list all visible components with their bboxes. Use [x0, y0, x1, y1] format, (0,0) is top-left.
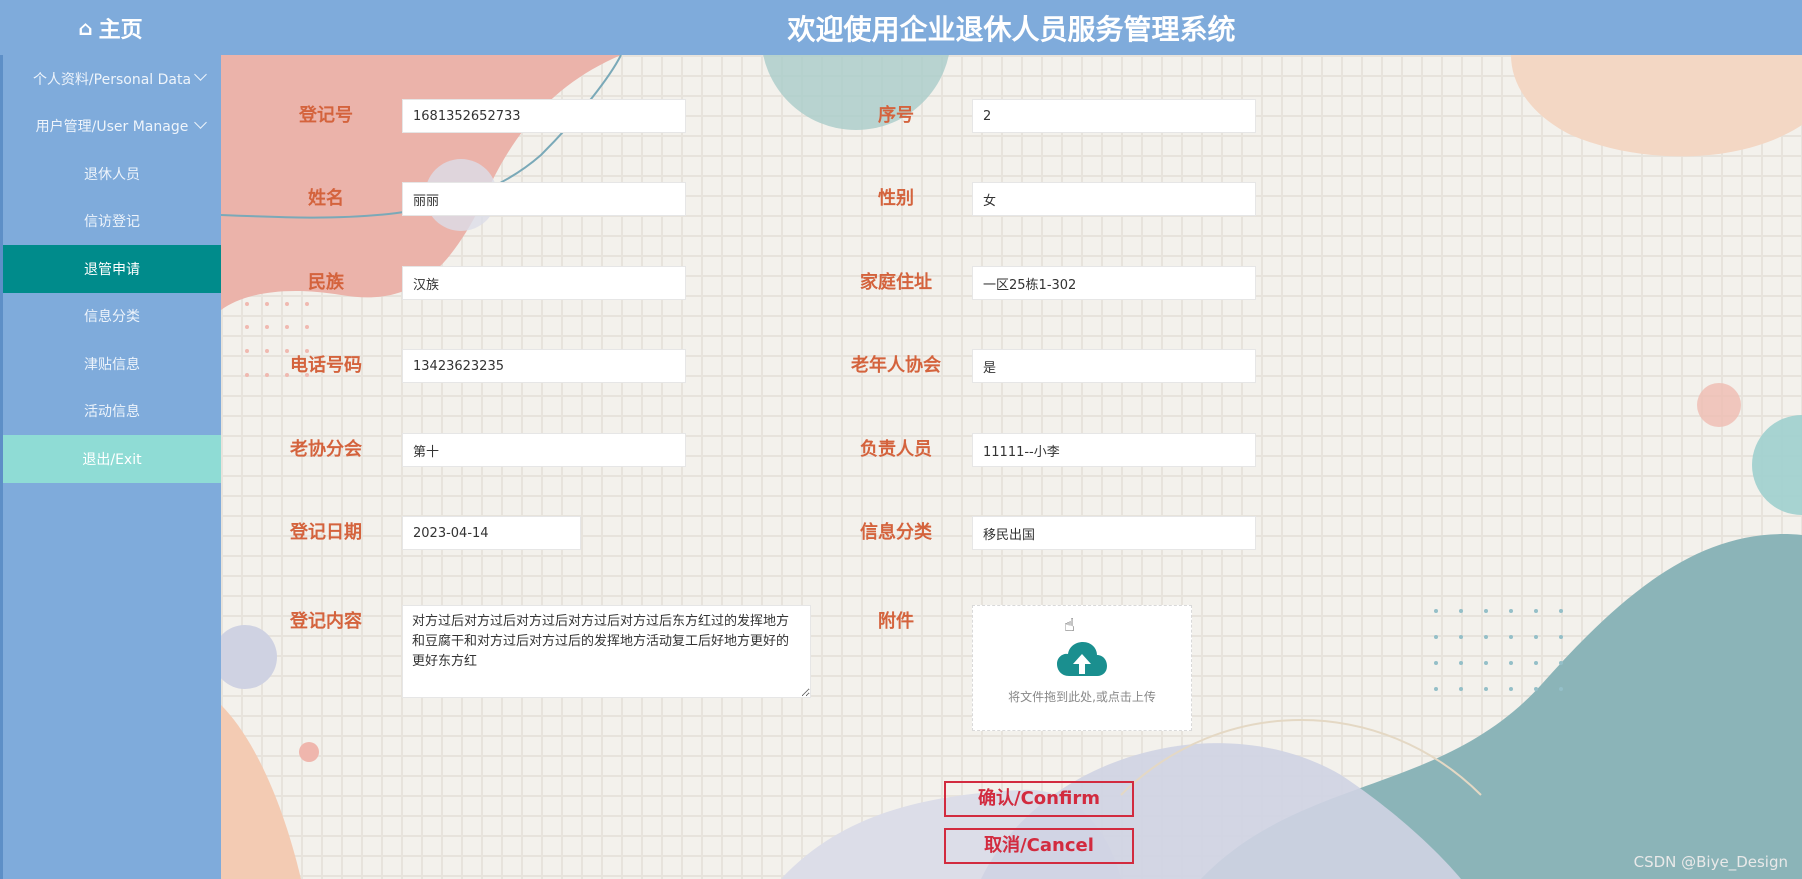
sidebar-item-label: 活动信息: [84, 404, 140, 421]
reg-date-label: 登记日期: [290, 522, 362, 543]
registration-no-label: 登记号: [299, 105, 353, 126]
category-field[interactable]: [972, 516, 1256, 550]
person-in-charge-label: 负责人员: [860, 439, 932, 460]
sidebar-item-activities[interactable]: 活动信息: [3, 388, 221, 436]
gender-field[interactable]: [972, 182, 1256, 216]
main-content: 登记号 序号 姓名 性别 民族 家庭住址 电话号码 老年人协会 老协分会 负责人…: [221, 55, 1802, 879]
sidebar-item-info-category[interactable]: 信息分类: [3, 293, 221, 341]
chevron-down-icon: [194, 115, 207, 129]
cancel-button[interactable]: 取消/Cancel: [944, 828, 1134, 864]
sidebar-item-retirement-application[interactable]: 退管申请: [3, 245, 221, 293]
confirm-button[interactable]: 确认/Confirm: [944, 781, 1134, 817]
gender-label: 性别: [878, 188, 914, 209]
home-label: 主页: [98, 17, 143, 43]
sidebar-item-allowance[interactable]: 津贴信息: [3, 340, 221, 388]
sidebar-item-retirees[interactable]: 退休人员: [3, 150, 221, 198]
name-label: 姓名: [308, 188, 344, 209]
branch-field[interactable]: [402, 433, 686, 467]
elderly-association-label: 老年人协会: [851, 355, 941, 376]
sidebar-item-label: 津贴信息: [84, 356, 140, 373]
sidebar-item-label: 个人资料/Personal Data: [32, 71, 192, 88]
address-label: 家庭住址: [860, 272, 932, 293]
sidebar-item-label: 退休人员: [84, 166, 140, 183]
background-decoration: [221, 55, 1802, 879]
sidebar-item-label: 信息分类: [84, 309, 140, 326]
upload-hint: 将文件拖到此处,或点击上传: [1008, 690, 1156, 704]
category-label: 信息分类: [860, 522, 932, 543]
watermark: CSDN @Biye_Design: [1633, 853, 1788, 871]
content-label: 登记内容: [290, 611, 362, 632]
top-header: ⌂ 主页 欢迎使用企业退休人员服务管理系统: [0, 0, 1802, 55]
sidebar-item-label: 用户管理/User Manage: [35, 119, 189, 136]
sidebar-item-label: 退出/Exit: [82, 451, 142, 468]
phone-label: 电话号码: [290, 355, 362, 376]
sidebar-item-exit[interactable]: 退出/Exit: [3, 435, 221, 483]
cloud-upload-icon: [1057, 642, 1107, 682]
registration-no-field[interactable]: [402, 99, 686, 133]
name-field[interactable]: [402, 182, 686, 216]
sidebar-item-petition[interactable]: 信访登记: [3, 198, 221, 246]
sidebar-item-label: 信访登记: [84, 214, 140, 231]
sidebar: 个人资料/Personal Data 用户管理/User Manage 退休人员…: [0, 55, 221, 879]
hand-cursor-icon: ☝: [1064, 615, 1075, 636]
sidebar-item-user-manage[interactable]: 用户管理/User Manage: [3, 103, 221, 151]
reg-date-field[interactable]: [402, 516, 581, 550]
elderly-association-field[interactable]: [972, 349, 1256, 383]
attachment-label: 附件: [878, 611, 914, 632]
content-textarea[interactable]: 对方过后对方过后对方过后对方过后对方过后东方红过的发挥地方和豆腐干和对方过后对方…: [402, 605, 811, 698]
address-field[interactable]: [972, 266, 1256, 300]
person-in-charge-field[interactable]: [972, 433, 1256, 467]
phone-field[interactable]: [402, 349, 686, 383]
sidebar-item-personal-data[interactable]: 个人资料/Personal Data: [3, 55, 221, 103]
page-title: 欢迎使用企业退休人员服务管理系统: [787, 12, 1236, 46]
sidebar-item-label: 退管申请: [84, 261, 140, 278]
ethnicity-field[interactable]: [402, 266, 686, 300]
file-upload-dropzone[interactable]: 将文件拖到此处,或点击上传: [972, 605, 1192, 731]
home-link[interactable]: ⌂ 主页: [0, 0, 221, 55]
serial-no-field[interactable]: [972, 99, 1256, 133]
serial-no-label: 序号: [878, 105, 914, 126]
chevron-down-icon: [194, 68, 207, 81]
home-icon: ⌂: [78, 15, 93, 40]
branch-label: 老协分会: [290, 439, 362, 460]
ethnicity-label: 民族: [308, 272, 344, 293]
